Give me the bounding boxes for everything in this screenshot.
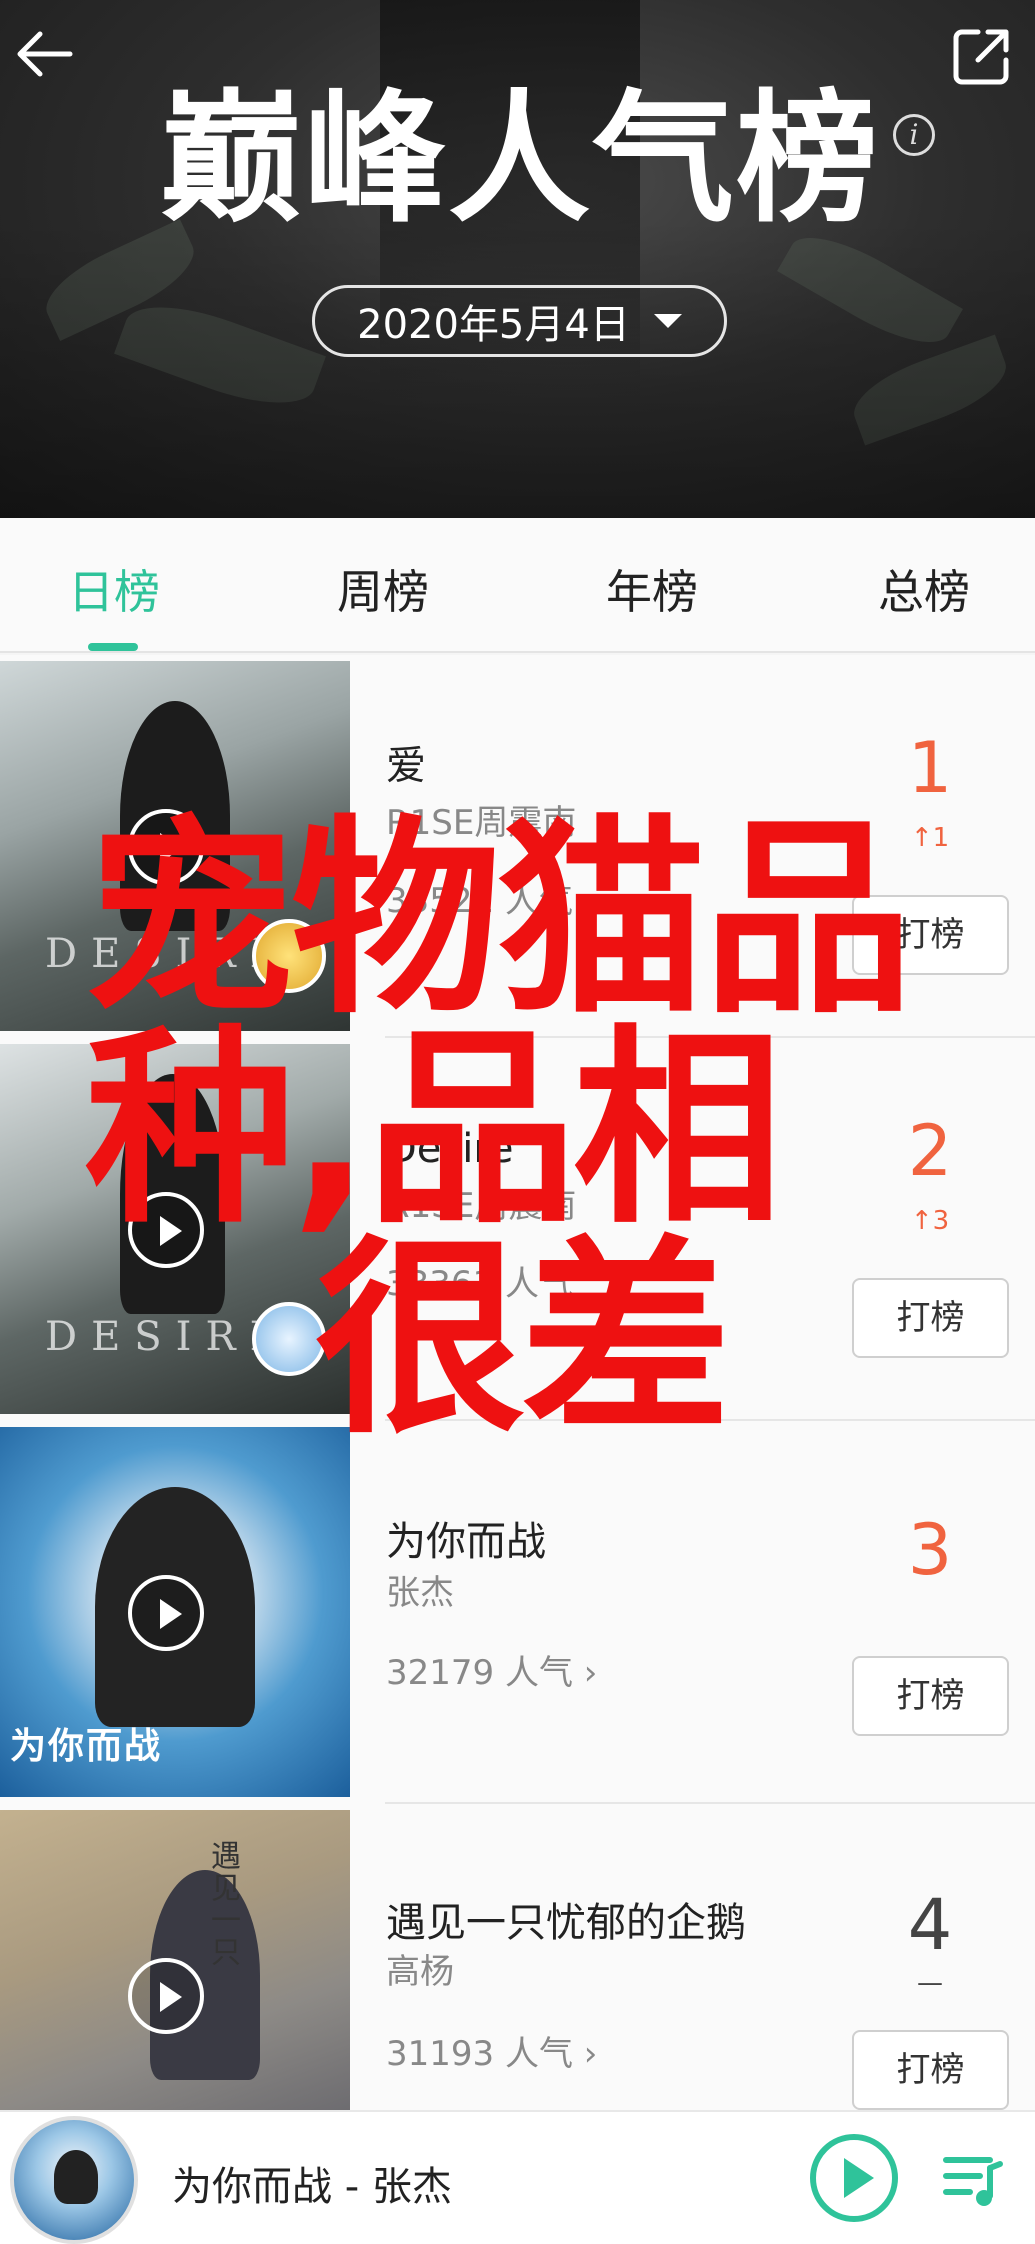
song-row[interactable]: 为你而战 为你而战 张杰 32179 人气 › 3 打榜 bbox=[0, 1421, 1035, 1804]
chevron-right-icon: › bbox=[583, 2034, 598, 2074]
album-cover: DESIRE bbox=[0, 661, 350, 1031]
info-icon[interactable]: i bbox=[893, 114, 935, 156]
rank-trend: — bbox=[917, 1968, 943, 1998]
now-playing-title[interactable]: 为你而战 - 张杰 bbox=[172, 2154, 452, 2212]
crown-badge-icon bbox=[252, 919, 326, 993]
arrow-left-icon bbox=[17, 31, 73, 77]
back-button[interactable] bbox=[14, 28, 74, 80]
date-selector[interactable]: 2020年5月4日 bbox=[312, 285, 727, 357]
playlist-icon bbox=[943, 2157, 1003, 2206]
chart-tabs: 日榜 周榜 年榜 总榜 bbox=[0, 518, 1035, 653]
active-tab-indicator bbox=[88, 643, 138, 651]
chevron-right-icon: › bbox=[583, 1653, 598, 1693]
vote-button[interactable]: 打榜 bbox=[852, 895, 1009, 975]
song-artist: 张杰 bbox=[386, 1573, 454, 1613]
song-title: 爱 bbox=[386, 743, 426, 789]
song-artist: R1SE周震南 bbox=[386, 1186, 577, 1226]
play-button[interactable] bbox=[810, 2134, 898, 2222]
caret-down-icon bbox=[653, 314, 682, 328]
popularity-value: 32179 人气 bbox=[386, 1653, 573, 1693]
album-cover: 遇见一只 bbox=[0, 1810, 350, 2110]
rank-number: 1 bbox=[907, 727, 953, 809]
header-background-shade bbox=[0, 220, 1035, 518]
song-title: Desire bbox=[386, 1126, 514, 1172]
song-popularity[interactable]: 32179 人气 › bbox=[386, 1645, 597, 1694]
song-row[interactable]: DESIRE 爱 R1SE周震南 33521 人气 1 ↑1 打榜 bbox=[0, 655, 1035, 1038]
tab-total[interactable]: 总榜 bbox=[824, 556, 1024, 622]
diamond-badge-icon bbox=[252, 1302, 326, 1376]
share-icon bbox=[953, 29, 1009, 85]
share-button[interactable] bbox=[950, 26, 1012, 88]
play-icon[interactable] bbox=[128, 1575, 204, 1651]
rank-number: 4 bbox=[907, 1884, 953, 1966]
playlist-button[interactable] bbox=[940, 2146, 1006, 2212]
rank-number: 3 bbox=[907, 1509, 953, 1591]
song-row[interactable]: DESIRE Desire R1SE周震南 33361 人气 2 ↑3 打榜 bbox=[0, 1038, 1035, 1421]
song-row[interactable]: 遇见一只 遇见一只忧郁的企鹅 高杨 31193 人气 › 4 — 打榜 bbox=[0, 1804, 1035, 2110]
rank-trend: ↑1 bbox=[910, 823, 950, 853]
rank-trend: ↑3 bbox=[910, 1206, 950, 1236]
play-icon[interactable] bbox=[128, 1192, 204, 1268]
mini-player[interactable]: 为你而战 - 张杰 bbox=[0, 2110, 1035, 2244]
now-playing-cover[interactable] bbox=[10, 2116, 138, 2244]
song-artist: R1SE周震南 bbox=[386, 803, 577, 843]
tab-daily[interactable]: 日榜 bbox=[14, 556, 214, 622]
rank-number: 2 bbox=[907, 1110, 953, 1192]
vote-button[interactable]: 打榜 bbox=[852, 2030, 1009, 2110]
play-icon[interactable] bbox=[128, 1958, 204, 2034]
song-popularity[interactable]: 33521 人气 bbox=[386, 873, 573, 922]
date-label: 2020年5月4日 bbox=[357, 302, 630, 348]
album-cover: 为你而战 bbox=[0, 1427, 350, 1797]
song-popularity[interactable]: 31193 人气 › bbox=[386, 2026, 597, 2075]
page-title: 巅峰人气榜 bbox=[160, 77, 880, 242]
song-title: 遇见一只忧郁的企鹅 bbox=[386, 1900, 746, 1946]
vote-button[interactable]: 打榜 bbox=[852, 1656, 1009, 1736]
tab-yearly[interactable]: 年榜 bbox=[552, 556, 752, 622]
chart-header: 巅峰人气榜 i 2020年5月4日 bbox=[0, 0, 1035, 518]
song-title: 为你而战 bbox=[386, 1519, 546, 1565]
song-popularity[interactable]: 33361 人气 bbox=[386, 1256, 573, 1305]
album-cover: DESIRE bbox=[0, 1044, 350, 1414]
popularity-value: 31193 人气 bbox=[386, 2034, 573, 2074]
cover-text: 遇见一只 bbox=[205, 1840, 240, 1968]
play-icon[interactable] bbox=[128, 809, 204, 885]
tab-weekly[interactable]: 周榜 bbox=[283, 556, 483, 622]
vote-button[interactable]: 打榜 bbox=[852, 1278, 1009, 1358]
cover-text: 为你而战 bbox=[10, 1726, 163, 1767]
song-artist: 高杨 bbox=[386, 1952, 454, 1992]
